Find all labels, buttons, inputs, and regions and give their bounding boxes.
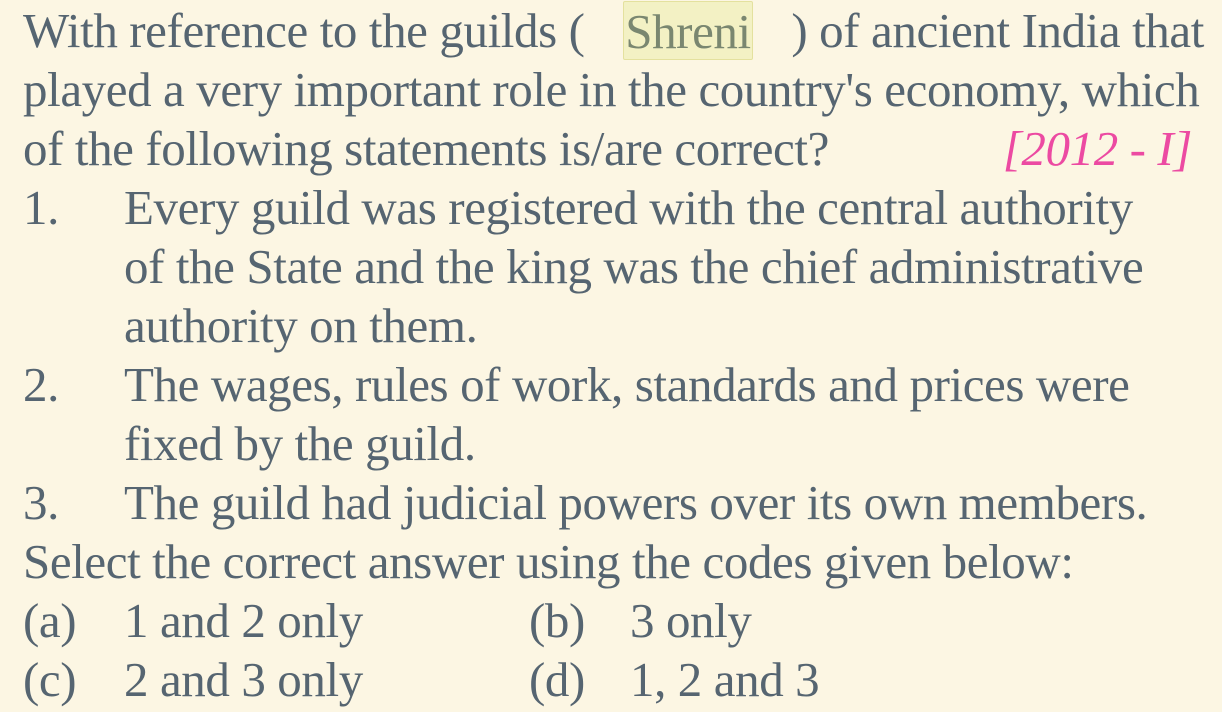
option-d[interactable]: (d) 1, 2 and 3 bbox=[529, 650, 1035, 709]
option-text: 1 and 2 only bbox=[124, 593, 363, 648]
question-text-part: ) of ancient India that bbox=[791, 3, 1204, 58]
statement-3: 3. The guild had judicial powers over it… bbox=[23, 473, 1204, 532]
option-letter: (b) bbox=[529, 593, 585, 648]
option-text: 2 and 3 only bbox=[124, 652, 363, 707]
statement-number: 3. bbox=[23, 475, 59, 530]
option-letter: (a) bbox=[23, 593, 77, 648]
statement-line: The wages, rules of work, standards and … bbox=[124, 357, 1130, 412]
question-line-3: of the following statements is/are corre… bbox=[23, 119, 1204, 178]
options-row-2: (c) 2 and 3 only (d) 1, 2 and 3 bbox=[23, 650, 1204, 709]
statement-1: 1. Every guild was registered with the c… bbox=[23, 178, 1204, 355]
option-b[interactable]: (b) 3 only bbox=[529, 591, 1035, 650]
statement-line: Every guild was registered with the cent… bbox=[124, 180, 1133, 235]
option-text: 3 only bbox=[630, 593, 752, 648]
question-text-part: With reference to the guilds ( bbox=[23, 3, 585, 58]
options-row-1: (a) 1 and 2 only (b) 3 only bbox=[23, 591, 1204, 650]
highlighted-term[interactable]: Shreni bbox=[623, 1, 753, 60]
option-a[interactable]: (a) 1 and 2 only bbox=[23, 591, 529, 650]
statement-text: Every guild was registered with the cent… bbox=[124, 178, 1204, 355]
statement-line: authority on them. bbox=[124, 298, 478, 353]
option-letter: (c) bbox=[23, 652, 77, 707]
question-text-part: of the following statements is/are corre… bbox=[23, 121, 829, 176]
instruction-text: Select the correct answer using the code… bbox=[23, 534, 1074, 589]
option-text: 1, 2 and 3 bbox=[630, 652, 820, 707]
statement-number: 1. bbox=[23, 180, 59, 235]
question-line-1: With reference to the guilds ( Shreni ) of… bbox=[23, 1, 1204, 60]
option-letter: (d) bbox=[529, 652, 585, 707]
statement-text: The guild had judicial powers over its o… bbox=[124, 473, 1204, 532]
question-line-2: played a very important role in the coun… bbox=[23, 62, 1200, 117]
statement-number: 2. bbox=[23, 357, 59, 412]
option-c[interactable]: (c) 2 and 3 only bbox=[23, 650, 529, 709]
statement-line: The guild had judicial powers over its o… bbox=[124, 475, 1148, 530]
statement-line: fixed by the guild. bbox=[124, 416, 476, 471]
exam-year-tag: [2012 - I] bbox=[1002, 121, 1193, 176]
statement-line: of the State and the king was the chief … bbox=[124, 239, 1144, 294]
statement-text: The wages, rules of work, standards and … bbox=[124, 355, 1204, 473]
statement-2: 2. The wages, rules of work, standards a… bbox=[23, 355, 1204, 473]
question-card: With reference to the guilds ( Shreni ) of… bbox=[0, 0, 1222, 712]
